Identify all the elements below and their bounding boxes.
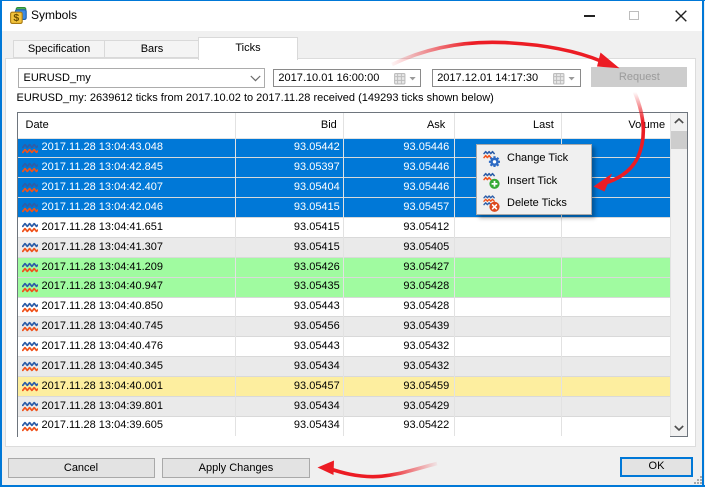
- svg-text:$: $: [13, 12, 19, 24]
